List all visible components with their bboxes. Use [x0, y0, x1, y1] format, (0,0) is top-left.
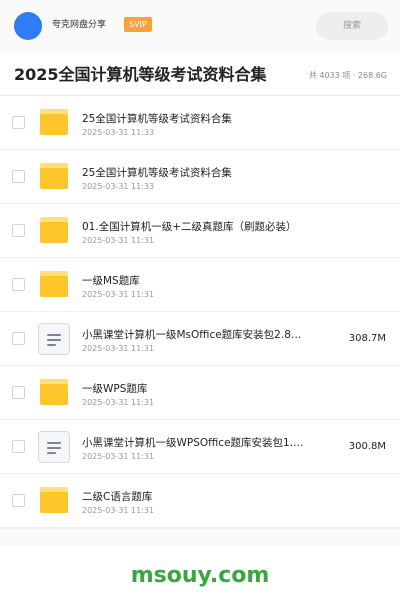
file-name: 小黑课堂计算机一级MsOffice题库安装包2.8…: [82, 329, 302, 341]
file-date: 2025-03-31 11:33: [82, 128, 155, 137]
file-list: 25全国计算机等级考试资料合集 2025-03-31 11:33 25全国计算机等级…: [0, 96, 400, 528]
file-row[interactable]: 小黑课堂计算机一级WPSOffice题库安装包1.… 2025-03-31 11:…: [0, 420, 400, 474]
row-checkbox[interactable]: [12, 332, 25, 345]
list-footer-divider: [0, 528, 400, 546]
folder-icon: [40, 217, 68, 243]
row-checkbox[interactable]: [12, 494, 25, 507]
file-row[interactable]: 二级C语言题库 2025-03-31 11:31: [0, 474, 400, 528]
file-name: 一级WPS题库: [82, 383, 148, 395]
file-date: 2025-03-31 11:33: [82, 182, 155, 191]
account-name: 夸克网盘分享: [52, 20, 107, 30]
file-name: 一级MS题库: [82, 275, 140, 287]
file-size: 300.8M: [348, 441, 386, 452]
file-name: 25全国计算机等级考试资料合集: [82, 113, 232, 125]
page-title: 2025全国计算机等级考试资料合集: [14, 65, 267, 84]
file-date: 2025-03-31 11:31: [82, 398, 155, 407]
folder-icon: [40, 379, 68, 405]
row-checkbox[interactable]: [12, 170, 25, 183]
file-size: 308.7M: [348, 333, 386, 344]
folder-icon: [40, 487, 68, 513]
folder-icon: [40, 163, 68, 189]
file-row[interactable]: 25全国计算机等级考试资料合集 2025-03-31 11:33: [0, 96, 400, 150]
file-row[interactable]: 一级WPS题库 2025-03-31 11:31: [0, 366, 400, 420]
file-name: 二级C语言题库: [82, 491, 153, 503]
svip-badge: SVIP: [124, 17, 152, 32]
title-row: 2025全国计算机等级考试资料合集 共 4033 项 · 268.6G: [0, 52, 400, 96]
file-name: 小黑课堂计算机一级WPSOffice题库安装包1.…: [82, 437, 304, 449]
file-row[interactable]: 01.全国计算机一级+二级真题库（刷题必装） 2025-03-31 11:31: [0, 204, 400, 258]
file-row[interactable]: 一级MS题库 2025-03-31 11:31: [0, 258, 400, 312]
avatar[interactable]: [14, 12, 42, 40]
row-checkbox[interactable]: [12, 224, 25, 237]
row-checkbox[interactable]: [12, 116, 25, 129]
item-count-size: 共 4033 项 · 268.6G: [308, 71, 387, 80]
row-checkbox[interactable]: [12, 278, 25, 291]
folder-icon: [40, 109, 68, 135]
search-button[interactable]: 搜索: [316, 12, 388, 40]
file-name: 01.全国计算机一级+二级真题库（刷题必装）: [82, 221, 297, 233]
file-row[interactable]: 25全国计算机等级考试资料合集 2025-03-31 11:33: [0, 150, 400, 204]
file-name: 25全国计算机等级考试资料合集: [82, 167, 232, 179]
file-date: 2025-03-31 11:31: [82, 452, 155, 461]
row-checkbox[interactable]: [12, 440, 25, 453]
folder-icon: [40, 271, 68, 297]
file-date: 2025-03-31 11:31: [82, 344, 155, 353]
document-icon: [38, 323, 70, 355]
file-date: 2025-03-31 11:31: [82, 290, 155, 299]
file-date: 2025-03-31 11:31: [82, 236, 155, 245]
document-icon: [38, 431, 70, 463]
watermark-logo: msouy.com: [130, 563, 270, 588]
row-checkbox[interactable]: [12, 386, 25, 399]
top-bar: 夸克网盘分享 SVIP 搜索: [0, 0, 400, 52]
file-date: 2025-03-31 11:31: [82, 506, 155, 515]
file-row[interactable]: 小黑课堂计算机一级MsOffice题库安装包2.8… 2025-03-31 11:…: [0, 312, 400, 366]
